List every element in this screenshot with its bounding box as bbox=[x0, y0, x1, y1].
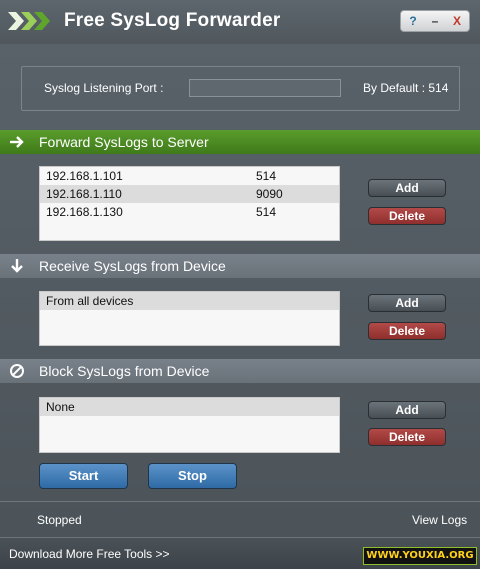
list-item[interactable]: From all devices bbox=[40, 292, 339, 310]
forward-delete-button[interactable]: Delete bbox=[368, 207, 446, 225]
minimize-button[interactable]: – bbox=[425, 12, 445, 30]
port-settings-panel: Syslog Listening Port : By Default : 514 bbox=[21, 66, 460, 111]
chevron-logo-icon bbox=[8, 12, 50, 30]
forward-add-button[interactable]: Add bbox=[368, 179, 446, 197]
receive-add-button[interactable]: Add bbox=[368, 294, 446, 312]
block-icon bbox=[10, 364, 24, 378]
port-input[interactable] bbox=[189, 79, 341, 97]
table-row[interactable]: 192.168.1.130 514 bbox=[40, 203, 339, 221]
table-row[interactable]: 192.168.1.110 9090 bbox=[40, 185, 339, 203]
block-section-title: Block SysLogs from Device bbox=[39, 363, 210, 379]
close-button[interactable]: X bbox=[447, 12, 467, 30]
port-default-text: By Default : 514 bbox=[363, 81, 449, 95]
server-port: 9090 bbox=[256, 187, 283, 201]
server-ip: 192.168.1.101 bbox=[46, 169, 123, 183]
block-device-list[interactable]: None bbox=[39, 397, 340, 453]
server-ip: 192.168.1.130 bbox=[46, 205, 123, 219]
receive-device-list[interactable]: From all devices bbox=[39, 291, 340, 346]
block-add-button[interactable]: Add bbox=[368, 401, 446, 419]
device-entry: None bbox=[46, 400, 75, 414]
watermark-logo: WWW.YOUXIA.ORG bbox=[363, 547, 477, 565]
forward-section-title: Forward SysLogs to Server bbox=[39, 134, 209, 150]
download-tools-link[interactable]: Download More Free Tools >> bbox=[9, 547, 170, 561]
receive-section-title: Receive SysLogs from Device bbox=[39, 258, 226, 274]
stop-button[interactable]: Stop bbox=[148, 463, 237, 489]
arrow-down-icon bbox=[11, 259, 23, 273]
arrow-right-icon bbox=[10, 136, 24, 148]
forward-section-header: Forward SysLogs to Server bbox=[0, 130, 480, 154]
block-section-header: Block SysLogs from Device bbox=[0, 359, 480, 383]
port-label: Syslog Listening Port : bbox=[44, 81, 164, 95]
title-bar[interactable]: Free SysLog Forwarder ? – X bbox=[0, 0, 480, 44]
app-window: Free SysLog Forwarder ? – X Syslog Liste… bbox=[0, 0, 480, 569]
device-entry: From all devices bbox=[46, 294, 134, 308]
status-bar: Stopped View Logs bbox=[0, 501, 480, 538]
receive-section-header: Receive SysLogs from Device bbox=[0, 254, 480, 278]
list-item[interactable]: None bbox=[40, 398, 339, 416]
server-port: 514 bbox=[256, 205, 277, 219]
help-button[interactable]: ? bbox=[403, 12, 423, 30]
view-logs-link[interactable]: View Logs bbox=[412, 513, 467, 527]
server-port: 514 bbox=[256, 169, 277, 183]
start-button[interactable]: Start bbox=[39, 463, 128, 489]
window-controls: ? – X bbox=[400, 10, 470, 32]
footer: Download More Free Tools >> WWW.YOUXIA.O… bbox=[0, 537, 480, 569]
status-text: Stopped bbox=[37, 513, 82, 527]
receive-delete-button[interactable]: Delete bbox=[368, 322, 446, 340]
server-ip: 192.168.1.110 bbox=[46, 187, 122, 201]
forward-server-list[interactable]: 192.168.1.101 514 192.168.1.110 9090 192… bbox=[39, 166, 340, 241]
table-row[interactable]: 192.168.1.101 514 bbox=[40, 167, 339, 185]
window-title: Free SysLog Forwarder bbox=[64, 10, 281, 31]
block-delete-button[interactable]: Delete bbox=[368, 428, 446, 446]
